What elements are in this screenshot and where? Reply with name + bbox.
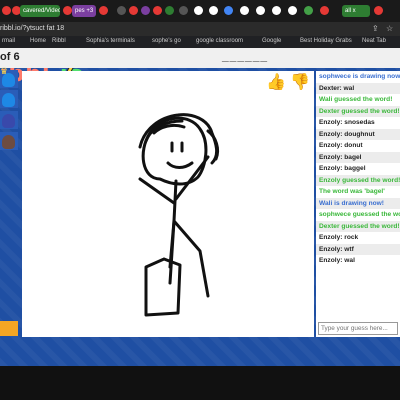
tab-icon[interactable] (179, 6, 188, 15)
tab-all[interactable]: all x (342, 5, 370, 17)
address-bar[interactable]: ribbl.io/?ytsuct fat 18 ⇪ ☆ (0, 22, 400, 36)
player-item[interactable] (0, 111, 18, 129)
chat-message: Enzoly: snosedas (319, 119, 375, 126)
star-icon[interactable]: ☆ (386, 24, 393, 33)
tab-icon[interactable] (165, 6, 174, 15)
bookmark-home[interactable]: Home (30, 38, 46, 44)
bottom-bar (0, 366, 400, 400)
chat-message: Dexter guessed the word! (316, 105, 400, 117)
chat-message: Enzoly: wtf (316, 243, 400, 255)
google-tab-icon[interactable] (209, 6, 218, 15)
chat-message: sophwece is drawing now! (319, 73, 400, 80)
chat-message: Enzoly guessed the word! (316, 174, 400, 186)
chat-message: sophwece guessed the word! (319, 211, 400, 218)
share-icon[interactable]: ⇪ (372, 24, 379, 33)
tab-icon[interactable] (224, 6, 233, 15)
player-item[interactable]: ♛ (0, 66, 18, 88)
drawing (138, 113, 220, 317)
bookmark-ribbl[interactable]: Ribbl (52, 38, 66, 44)
youtube-tab-icon[interactable] (153, 6, 162, 15)
chat-panel: sophwece is drawing now! Dexter: wal Wali … (316, 71, 400, 337)
chat-messages: sophwece is drawing now! Dexter: wal Wali … (316, 71, 400, 267)
browser-tab-bar: cavered/Videos pes +3 all x (0, 0, 400, 22)
google-tab-icon[interactable] (256, 6, 265, 15)
word-hint: ______ (222, 49, 269, 63)
chat-message: Enzoly: wal (319, 257, 355, 264)
player-item[interactable] (0, 90, 18, 108)
google-tab-icon[interactable] (272, 6, 281, 15)
bookmark-holiday[interactable]: Best Holiday Grabs (300, 38, 352, 44)
chat-message: Enzoly: rock (319, 234, 359, 241)
chat-message: Dexter: wal (316, 82, 400, 94)
chat-message: Enzoly: doughnut (316, 128, 400, 140)
youtube-tab-icon[interactable] (2, 6, 11, 15)
player-item[interactable] (0, 132, 18, 150)
youtube-tab-icon[interactable] (320, 6, 329, 15)
google-tab-icon[interactable] (194, 6, 203, 15)
chat-message: Enzoly: baggel (319, 165, 366, 172)
player-avatar (2, 114, 15, 128)
bookmarks-bar: rmail Home Ribbl Sophia's terminals soph… (0, 36, 400, 48)
round-counter: of 6 (0, 51, 20, 63)
tab-icon[interactable] (141, 6, 150, 15)
thumbs-down-icon[interactable]: 👎 (290, 73, 310, 92)
google-tab-icon[interactable] (240, 6, 249, 15)
chat-input[interactable] (318, 322, 398, 335)
bookmark-terminals[interactable]: Sophia's terminals (86, 38, 135, 44)
tab-videos[interactable]: cavered/Videos (20, 5, 60, 17)
youtube-tab-icon[interactable] (63, 6, 72, 15)
bookmark-neat-tab[interactable]: Neat Tab (362, 38, 386, 44)
bookmark-classroom[interactable]: google classroom (196, 38, 243, 44)
crown-icon: ♛ (0, 66, 9, 76)
bookmark-google[interactable]: Google (262, 38, 281, 44)
chat-message: Wali guessed the word! (319, 96, 393, 103)
youtube-tab-icon[interactable] (374, 6, 383, 15)
bookmark-gmail[interactable]: rmail (2, 38, 15, 44)
bookmark-sophe[interactable]: sophe's go (152, 38, 181, 44)
orange-button[interactable] (0, 321, 18, 336)
chat-message: The word was 'bagel' (319, 188, 385, 195)
url-text: ribbl.io/?ytsuct fat 18 (0, 25, 65, 32)
youtube-tab-icon[interactable] (129, 6, 138, 15)
thumbs-up-icon[interactable]: 👍 (266, 73, 286, 92)
tab-icon[interactable] (304, 6, 313, 15)
chat-message: Enzoly: donut (319, 142, 363, 149)
google-tab-icon[interactable] (288, 6, 297, 15)
chat-message: Enzoly: bagel (316, 151, 400, 163)
youtube-tab-icon[interactable] (99, 6, 108, 15)
tab-pes[interactable]: pes +3 (72, 5, 96, 17)
drawing-canvas[interactable]: 👍 👎 (22, 71, 314, 337)
player-avatar (2, 135, 15, 149)
player-avatar (2, 93, 15, 107)
tab-icon[interactable] (117, 6, 126, 15)
game-header: of 6 ______ (0, 48, 400, 68)
chat-message: Dexter guessed the word! (316, 220, 400, 232)
chat-message: Wali is drawing now! (316, 197, 400, 209)
